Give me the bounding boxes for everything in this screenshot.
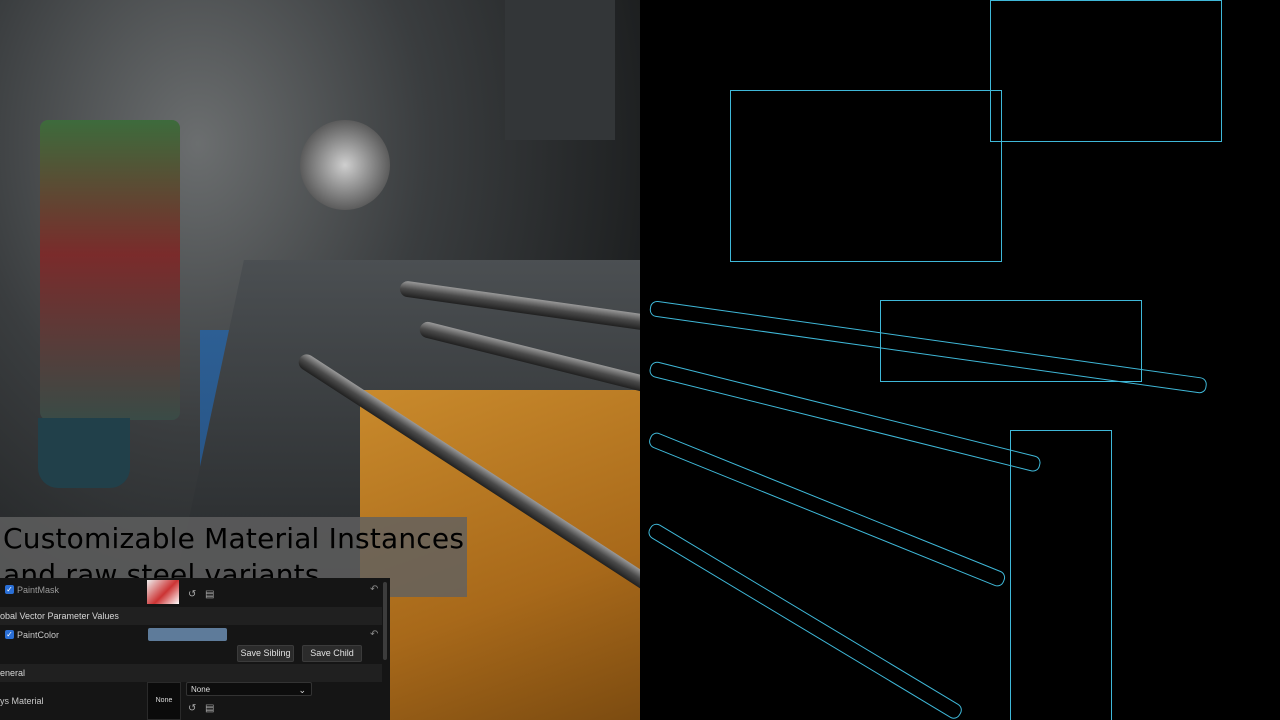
material-row: ys Material None None ⌄ ↺ ▤: [0, 682, 382, 720]
wireframe-headstock: [730, 90, 1002, 262]
paintmask-texture-thumbnail[interactable]: [147, 580, 179, 604]
reset-arrow-icon[interactable]: ↶: [370, 629, 378, 640]
save-sibling-button[interactable]: Save Sibling: [237, 645, 294, 662]
paintcolor-checkbox[interactable]: ✓: [5, 630, 14, 639]
save-child-button[interactable]: Save Child: [302, 645, 362, 662]
wireframe-bed: [880, 300, 1142, 382]
reset-arrow-icon[interactable]: ↶: [370, 584, 378, 595]
browse-folder-icon[interactable]: ▤: [205, 590, 215, 600]
control-panel-prop: [505, 0, 615, 140]
wireframe-carriage: [1010, 430, 1112, 720]
paintcolor-row: ✓ PaintColor ↶: [0, 626, 382, 644]
paintcolor-swatch[interactable]: [148, 628, 227, 641]
chevron-down-icon: ⌄: [298, 685, 306, 695]
material-instance-details-panel: ✓ PaintMask ↺ ▤ ↶ obal Vector Parameter …: [0, 578, 390, 720]
material-thumbnail[interactable]: None: [147, 682, 181, 720]
material-dropdown[interactable]: None ⌄: [186, 682, 312, 696]
paintmask-checkbox[interactable]: ✓: [5, 585, 14, 594]
bucket: [38, 418, 130, 488]
panel-scrollbar[interactable]: [383, 582, 387, 660]
material-label: ys Material: [0, 696, 44, 706]
material-dropdown-value: None: [191, 685, 211, 694]
caption-line-1: Customizable Material Instances: [3, 522, 465, 555]
use-selected-icon[interactable]: ↺: [188, 704, 198, 714]
browse-folder-icon[interactable]: ▤: [205, 704, 215, 714]
wireframe-gearbox: [990, 0, 1222, 142]
lathe-chuck: [300, 120, 390, 210]
paintmask-label: PaintMask: [17, 585, 60, 595]
background-machine: [40, 120, 180, 420]
global-vector-parameters-header[interactable]: obal Vector Parameter Values: [0, 607, 382, 625]
general-section-header[interactable]: eneral: [0, 664, 382, 682]
paintcolor-label: PaintColor: [17, 630, 60, 640]
paintmask-row: ✓ PaintMask ↺ ▤ ↶: [0, 578, 382, 606]
use-selected-icon[interactable]: ↺: [188, 590, 198, 600]
